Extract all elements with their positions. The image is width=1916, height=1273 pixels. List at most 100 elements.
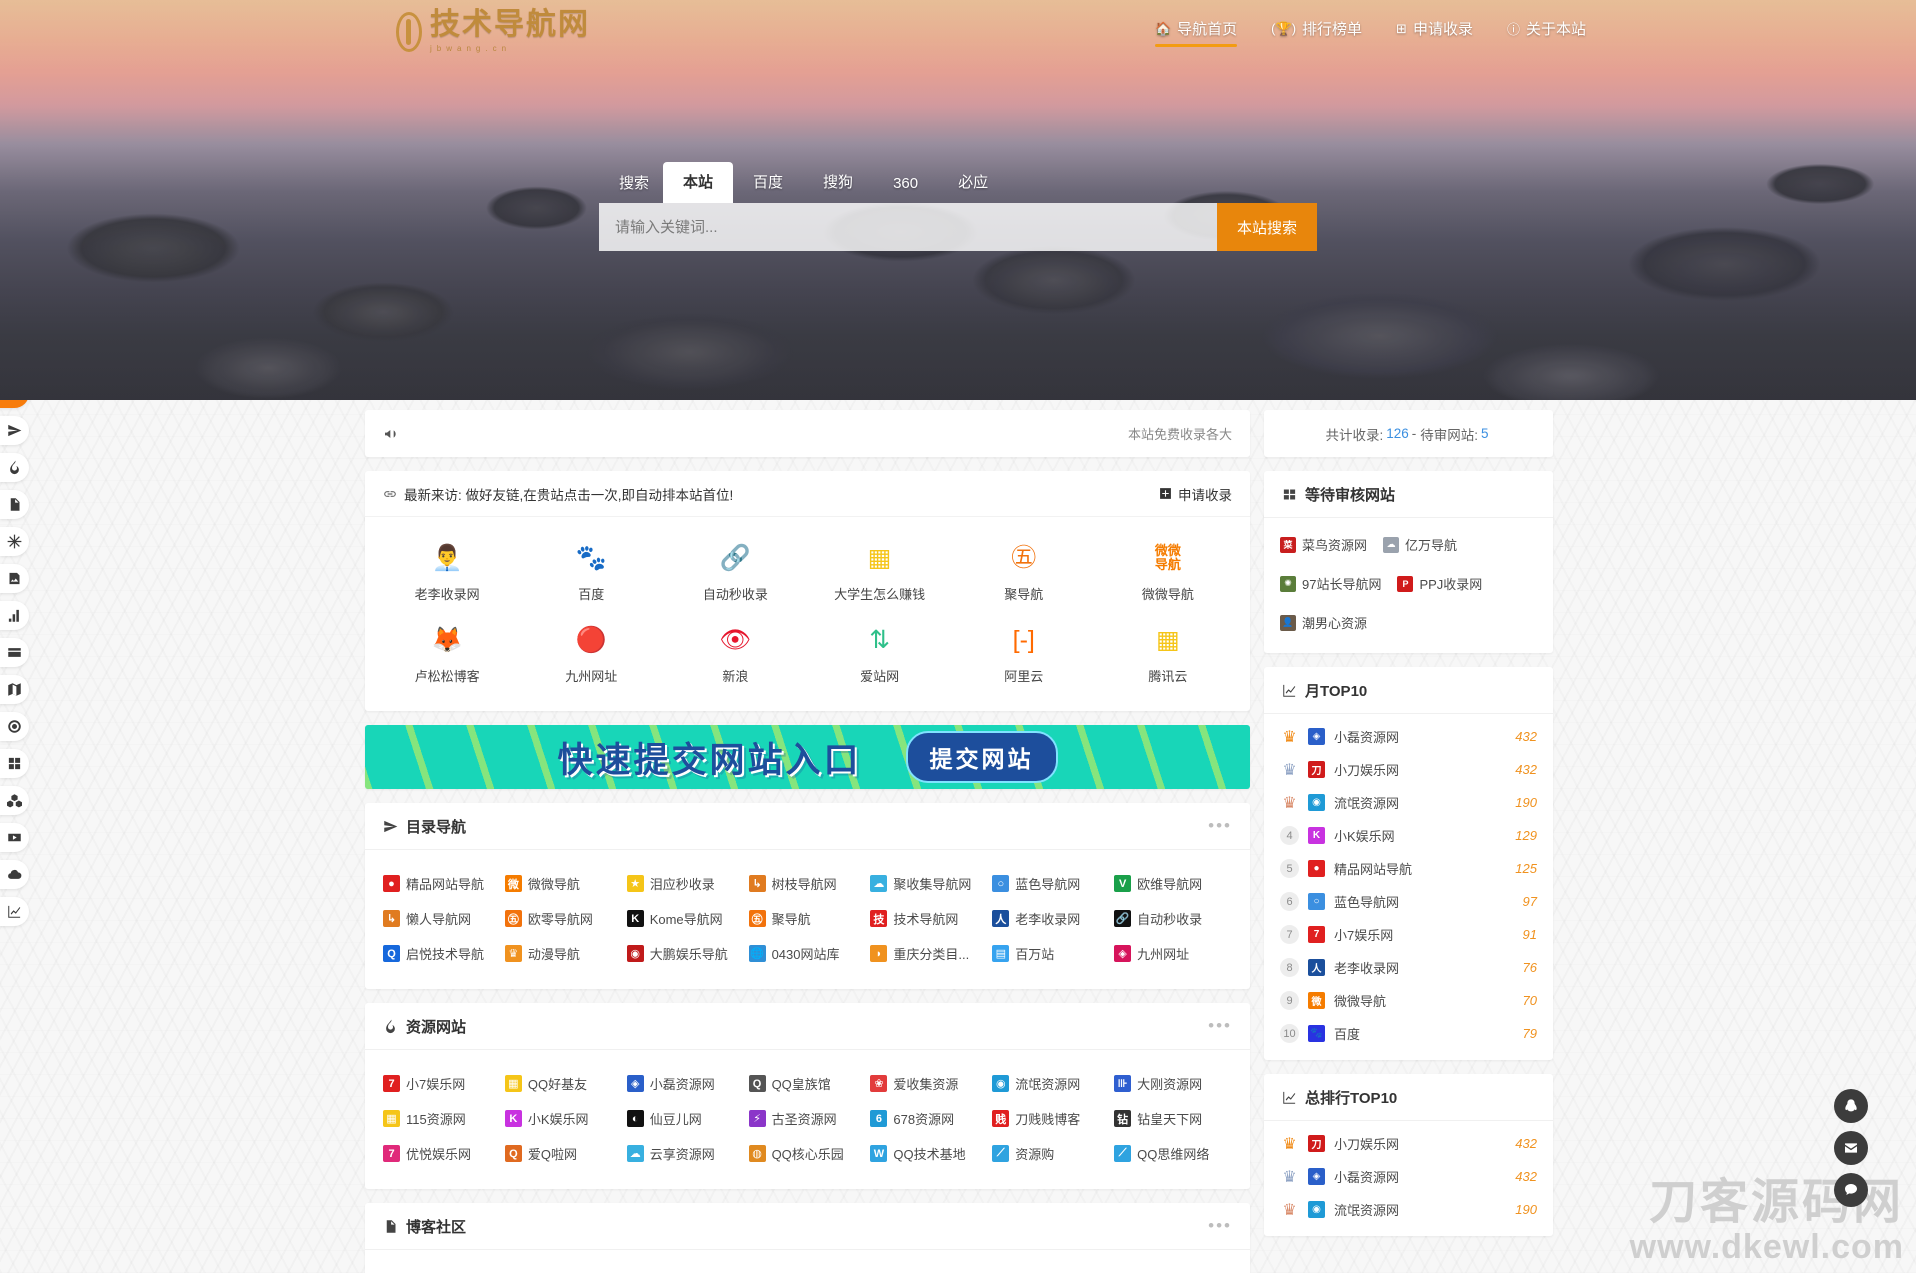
friend-link-item[interactable]: 🦊 卢松松博客 [375,615,519,693]
rank-row[interactable]: 9 微微微导航 70 [1280,984,1537,1017]
friend-link-item[interactable]: 🔗 自动秒收录 [663,533,807,611]
link-item[interactable]: ▦ 115资源网 [381,1101,503,1136]
search-button[interactable]: 本站搜索 [1217,203,1317,251]
link-item[interactable]: W QQ技术基地 [868,1136,990,1171]
friend-link-item[interactable]: 🐾 百度 [519,533,663,611]
link-item[interactable]: ◈ 九州网址 [1112,936,1234,971]
nav-item-about[interactable]: ⓘ 关于本站 [1507,18,1586,47]
rank-row[interactable]: ♛ 刀小刀娱乐网 432 [1280,753,1537,786]
link-item[interactable]: 🔗 自动秒收录 [1112,901,1234,936]
link-item[interactable]: 代代代SEO [503,1266,625,1273]
link-item[interactable]: ↳ 树枝导航网 [747,866,869,901]
rank-row[interactable]: ♛ 刀小刀娱乐网 432 [1280,1127,1537,1160]
rail-credit-card-icon[interactable] [0,638,29,667]
rail-cloud-icon[interactable] [0,860,29,889]
link-item[interactable]: K 小K娱乐网 [503,1101,625,1136]
link-item[interactable]: 6 678资源网 [868,1101,990,1136]
search-tab-bing[interactable]: 必应 [938,162,1008,203]
rank-row[interactable]: ♛ ◈ 小磊资源网 432 [1280,1160,1537,1193]
link-item[interactable]: ❀ 爱收集资源 [868,1066,990,1101]
friend-link-item[interactable]: 👨‍💼 老李收录网 [375,533,519,611]
link-item[interactable]: ● 精品网站导航 [381,866,503,901]
search-tab-360[interactable]: 360 [873,166,938,203]
rail-paper-plane-icon[interactable] [0,416,29,445]
rail-file-text-icon[interactable] [0,490,29,519]
rank-row[interactable]: ♛ ◉ 流氓资源网 190 [1280,786,1537,819]
friend-link-item[interactable]: ▦ 大学生怎么赚钱 [808,533,952,611]
rank-row[interactable]: 10 🐾 百度 79 [1280,1017,1537,1050]
link-item[interactable]: ◉ 流氓资源网 [990,1066,1112,1101]
link-item[interactable]: 贱刀贱贱博客 [990,1101,1112,1136]
rail-image-icon[interactable] [0,564,29,593]
site-logo[interactable]: 技术导航网 jbwang.cn [396,10,590,53]
link-item[interactable]: ♛ 动漫导航 [503,936,625,971]
link-item[interactable]: ⟋ 资源购 [990,1136,1112,1171]
link-item[interactable]: 微微微导航 [503,866,625,901]
envelope-icon[interactable] [1834,1131,1868,1165]
link-item[interactable]: ❀凌一博客 [381,1266,503,1273]
rail-map-icon[interactable] [0,675,29,704]
rail-life-ring-icon[interactable] [0,712,29,741]
link-item[interactable]: ◉ 大鹏娱乐导航 [625,936,747,971]
search-tab-local[interactable]: 本站 [663,162,734,203]
link-item[interactable]: ☁ 云享资源网 [625,1136,747,1171]
link-item[interactable]: 🦇蝙蝠侠IT [625,1266,747,1273]
pending-review-item[interactable]: 👤 潮男心资源 [1280,606,1367,639]
link-item[interactable]: 杰段文杰SEO... [868,1266,990,1273]
link-item[interactable]: ▤ 百万站 [990,936,1112,971]
banner-cta-button[interactable]: 提交网站 [905,731,1058,783]
friend-link-item[interactable]: ▦ 腾讯云 [1096,615,1240,693]
link-item[interactable]: ◗ 重庆分类目... [868,936,990,971]
rail-thumbs-up-icon[interactable] [0,400,29,408]
link-item[interactable]: ⟋ QQ思维网络 [1112,1136,1234,1171]
link-item[interactable]: ㊄聚导航 [747,901,869,936]
link-item[interactable]: g懿古今 [990,1266,1112,1273]
nav-item-submit[interactable]: ⊞ 申请收录 [1396,18,1473,47]
link-item[interactable]: D冬镜SEO [747,1266,869,1273]
link-item[interactable]: ◔Jack Cui [1112,1266,1234,1273]
friend-link-item[interactable]: ㊄聚导航 [952,533,1096,611]
rank-row[interactable]: 5 ● 精品网站导航 125 [1280,852,1537,885]
rail-chart-bar-icon[interactable] [0,601,29,630]
nav-item-home[interactable]: 🏠 导航首页 [1154,18,1238,47]
section-more-blogs[interactable]: ••• [1208,1216,1232,1236]
friend-link-item[interactable]: 🔴 九州网址 [519,615,663,693]
rank-row[interactable]: 4 K 小K娱乐网 129 [1280,819,1537,852]
rail-grid-icon[interactable] [0,749,29,778]
rail-snowflake-icon[interactable] [0,527,29,556]
apply-include-button[interactable]: 申请收录 [1159,484,1232,504]
link-item[interactable]: 技技术导航网 [868,901,990,936]
section-more-resources[interactable]: ••• [1208,1016,1232,1036]
qq-icon[interactable] [1834,1089,1868,1123]
rail-fire-icon[interactable] [0,453,29,482]
rank-row[interactable]: 6 ○ 蓝色导航网 97 [1280,885,1537,918]
link-item[interactable]: ⊪ 大刚资源网 [1112,1066,1234,1101]
pending-review-item[interactable]: P PPJ收录网 [1397,567,1482,600]
link-item[interactable]: K Kome导航网 [625,901,747,936]
rank-row[interactable]: ♛ ◈ 小磊资源网 432 [1280,720,1537,753]
rank-row[interactable]: 7 7 小7娱乐网 91 [1280,918,1537,951]
search-tab-sogou[interactable]: 搜狗 [803,162,873,203]
link-item[interactable]: ◈ 小磊资源网 [625,1066,747,1101]
comment-icon[interactable] [1834,1173,1868,1207]
rail-video-icon[interactable] [0,823,29,852]
link-item[interactable]: ◐ 仙豆儿网 [625,1101,747,1136]
link-item[interactable]: ☁ 聚收集导航网 [868,866,990,901]
friend-link-item[interactable]: 微微 导航 微微导航 [1096,533,1240,611]
friend-link-item[interactable]: ⇅ 爱站网 [808,615,952,693]
link-item[interactable]: 🌐 0430网站库 [747,936,869,971]
nav-item-ranking[interactable]: (🏆) 排行榜单 [1271,18,1362,47]
link-item[interactable]: Q QQ皇族馆 [747,1066,869,1101]
link-item[interactable]: 7 优悦娱乐网 [381,1136,503,1171]
pending-review-item[interactable]: ✺ 97站长导航网 [1280,567,1381,600]
link-item[interactable]: 7 小7娱乐网 [381,1066,503,1101]
rail-cubes-icon[interactable] [0,786,29,815]
link-item[interactable]: 人老李收录网 [990,901,1112,936]
link-item[interactable]: ▦ QQ好基友 [503,1066,625,1101]
rank-row[interactable]: 8 人老李收录网 76 [1280,951,1537,984]
pending-review-item[interactable]: 菜菜鸟资源网 [1280,528,1367,561]
friend-link-item[interactable]: 👁 新浪 [663,615,807,693]
link-item[interactable]: ↳ 懒人导航网 [381,901,503,936]
link-item[interactable]: ◍ QQ核心乐园 [747,1136,869,1171]
link-item[interactable]: ㊄欧零导航网 [503,901,625,936]
